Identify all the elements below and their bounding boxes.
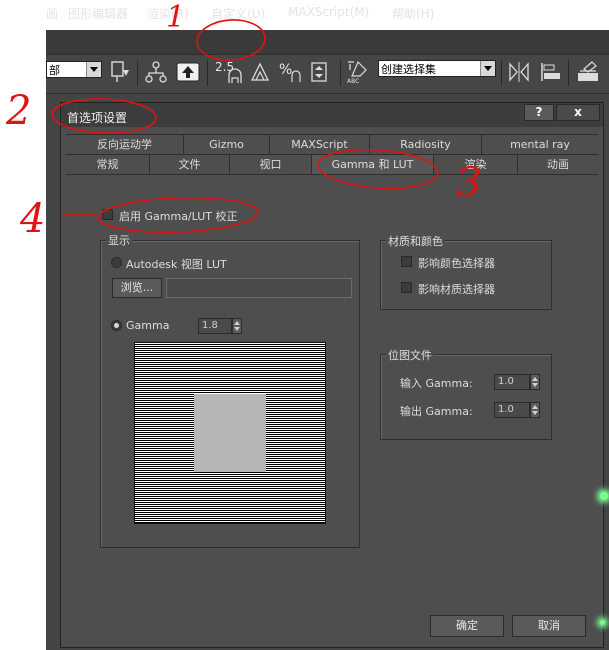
annotation-circle-enable-gamma — [97, 196, 259, 234]
annotation-circle-customize — [196, 19, 266, 61]
annotation-overlay — [51, 19, 439, 234]
annotation-circle-gamma-tab — [317, 148, 439, 190]
annotation-step-4: 4 — [20, 196, 46, 242]
annotation-step-1: 1 — [166, 0, 186, 35]
annotation-circle-title — [51, 98, 157, 134]
annotation-step-2: 2 — [6, 88, 32, 134]
annotation-step-3: 3 — [456, 160, 482, 206]
